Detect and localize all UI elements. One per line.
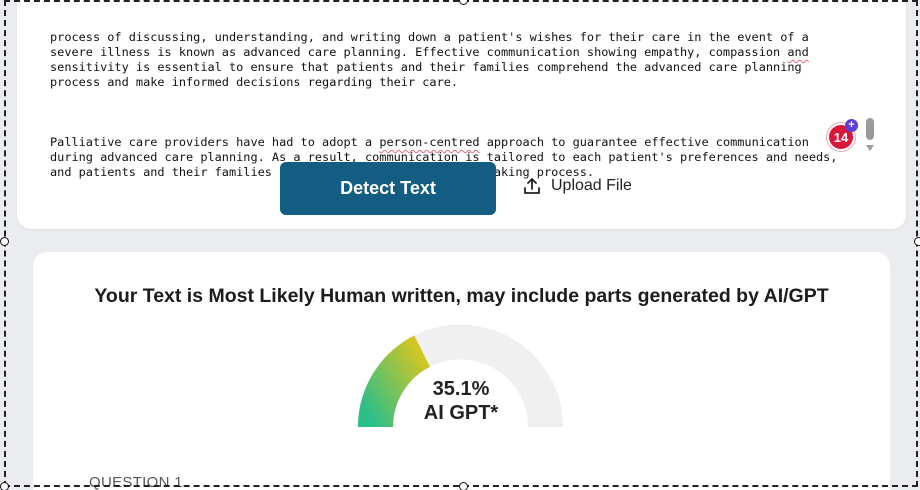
p1-line-4: process and make informed decisions rega…: [50, 75, 459, 89]
resize-handle-bottom[interactable]: [459, 482, 468, 490]
resize-handle-bottom-left[interactable]: [0, 482, 9, 490]
upload-file-button[interactable]: Upload File: [523, 177, 632, 195]
result-card: Your Text is Most Likely Human written, …: [33, 252, 890, 490]
resize-handle-right[interactable]: [914, 237, 920, 246]
detect-text-button[interactable]: Detect Text: [280, 162, 496, 215]
p2-line-1: Palliative care providers have had to ad…: [50, 135, 809, 149]
text-input-card: process of discussing, understanding, an…: [17, 0, 906, 229]
result-title: Your Text is Most Likely Human written, …: [94, 285, 829, 307]
ai-gpt-label: AI GPT*: [423, 402, 499, 424]
gauge-fill: [358, 335, 431, 428]
spelling-flag-and[interactable]: and: [787, 45, 808, 59]
ai-percentage: 35.1%: [432, 378, 490, 400]
question-label: QUESTION 1: [89, 474, 183, 490]
spellcheck-count: 14: [833, 129, 849, 145]
p1-line-1: process of discussing, understanding, an…: [50, 30, 809, 44]
p1-line-2: severe illness is known as advanced care…: [50, 45, 809, 59]
plus-icon: +: [845, 119, 858, 132]
paragraph-1: process of discussing, understanding, an…: [50, 30, 865, 90]
p1-line-3: sensitivity is essential to ensure that …: [50, 60, 802, 74]
resize-handle-left[interactable]: [0, 237, 9, 246]
upload-icon: [524, 178, 540, 194]
spelling-flag-person-centred[interactable]: person-centred: [379, 135, 479, 149]
scroll-down-arrow-icon[interactable]: [866, 145, 874, 151]
editor-scrollbar-thumb[interactable]: [866, 118, 874, 140]
upload-file-label: Upload File: [551, 177, 632, 194]
